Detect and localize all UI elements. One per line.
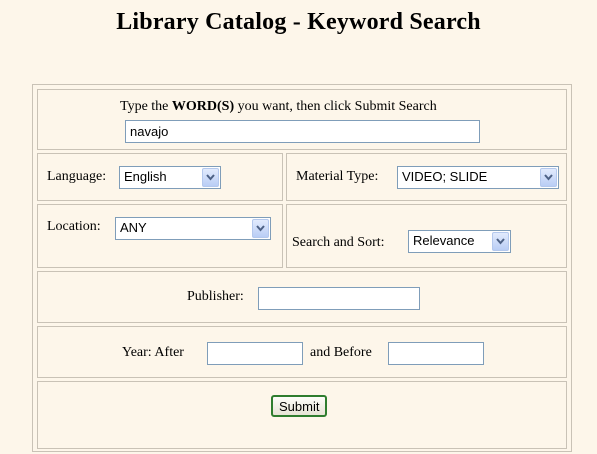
chevron-down-icon[interactable] bbox=[252, 219, 269, 238]
keywords-input[interactable] bbox=[125, 120, 480, 143]
search-sort-select[interactable]: Relevance bbox=[408, 230, 511, 253]
year-before-input[interactable] bbox=[388, 342, 484, 365]
year-after-label: Year: After bbox=[122, 345, 184, 360]
location-cell: Location: ANY bbox=[37, 204, 283, 268]
chevron-down-icon[interactable] bbox=[492, 232, 509, 251]
year-cell: Year: After and Before bbox=[37, 326, 567, 378]
material-type-cell: Material Type: VIDEO; SLIDE bbox=[286, 153, 567, 201]
keywords-cell: Type the WORD(S) you want, then click Su… bbox=[37, 89, 567, 150]
publisher-input[interactable] bbox=[258, 287, 420, 310]
material-type-label: Material Type: bbox=[296, 169, 379, 184]
search-sort-label: Search and Sort: bbox=[292, 235, 385, 250]
chevron-down-icon[interactable] bbox=[540, 168, 557, 187]
year-after-input[interactable] bbox=[207, 342, 303, 365]
submit-cell: Submit bbox=[37, 381, 567, 449]
search-sort-cell: Search and Sort: Relevance bbox=[286, 204, 567, 268]
location-selected-value: ANY bbox=[120, 220, 147, 235]
keyword-search-form: Type the WORD(S) you want, then click Su… bbox=[32, 84, 572, 452]
chevron-down-icon[interactable] bbox=[202, 168, 219, 187]
location-select[interactable]: ANY bbox=[115, 217, 271, 240]
instruction-prefix: Type the bbox=[120, 99, 172, 114]
language-selected-value: English bbox=[124, 169, 167, 184]
material-type-select[interactable]: VIDEO; SLIDE bbox=[397, 166, 559, 189]
language-label: Language: bbox=[47, 169, 107, 184]
publisher-cell: Publisher: bbox=[37, 271, 567, 323]
language-cell: Language: English bbox=[37, 153, 283, 201]
keywords-instruction: Type the WORD(S) you want, then click Su… bbox=[120, 99, 437, 115]
instruction-suffix: you want, then click Submit Search bbox=[234, 99, 437, 114]
instruction-emphasis: WORD(S) bbox=[171, 99, 235, 114]
search-sort-selected-value: Relevance bbox=[413, 233, 475, 248]
language-select[interactable]: English bbox=[119, 166, 221, 189]
location-label: Location: bbox=[47, 219, 101, 234]
submit-button[interactable]: Submit bbox=[271, 395, 328, 417]
material-type-selected-value: VIDEO; SLIDE bbox=[402, 169, 488, 184]
year-before-label: and Before bbox=[310, 345, 372, 360]
publisher-label: Publisher: bbox=[187, 289, 244, 304]
page-title: Library Catalog - Keyword Search bbox=[116, 9, 481, 35]
